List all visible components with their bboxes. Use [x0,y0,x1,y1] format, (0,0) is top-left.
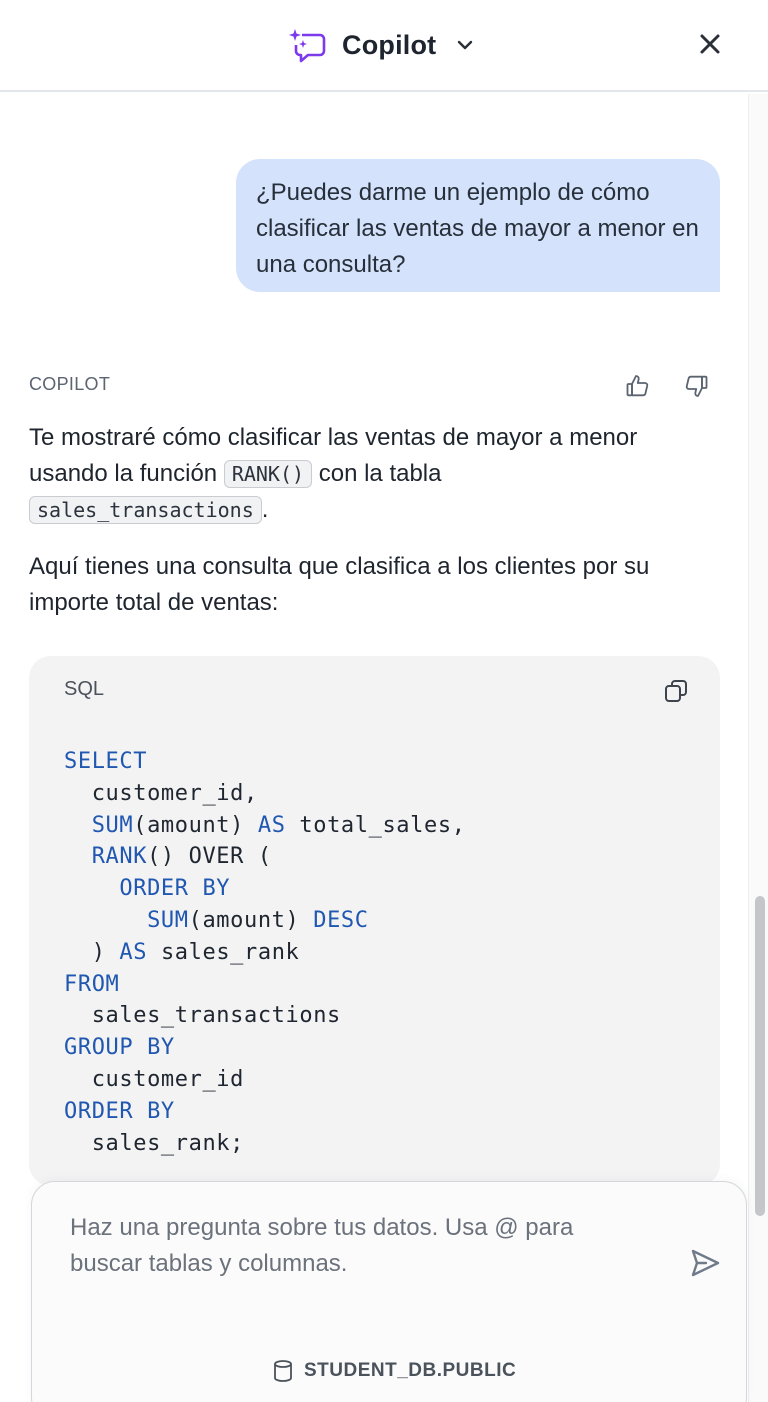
code-line: customer_id, [64,781,258,806]
code-token: (amount) [133,812,258,838]
code-line: SUM(amount) DESC [64,908,369,933]
code-keyword: DESC [313,907,369,933]
code-token: sales_rank [147,939,300,965]
intro-text-middle: con la tabla [312,460,442,487]
code-keyword: SELECT [64,749,148,774]
code-keyword: ORDER BY [64,1098,175,1124]
sql-code-block: SQL SELECT customer_id, SUM(amount) AS t… [29,656,720,1186]
user-message-bubble: ¿Puedes darme un ejemplo de cómo clasifi… [236,159,720,292]
copy-icon[interactable] [663,678,689,704]
inline-code-table: sales_transactions [29,496,262,524]
header-title: Copilot [342,29,437,60]
close-icon[interactable] [694,28,726,60]
inline-code-rank: RANK() [223,460,313,488]
code-keyword: SUM [64,907,189,933]
code-token: customer_id [64,1066,244,1092]
code-token: ) [64,939,120,965]
code-line: SUM(amount) AS total_sales, [64,813,466,838]
assistant-label: COPILOT [29,374,111,394]
send-icon[interactable] [688,1246,722,1280]
code-token: sales_rank; [64,1130,244,1156]
assistant-paragraph-intro: Te mostraré cómo clasificar las ventas d… [29,420,719,528]
database-icon [274,1360,292,1382]
code-token: (amount) [188,907,314,933]
code-token: () OVER ( [147,844,272,870]
code-token: total_sales, [285,812,466,838]
code-line: SELECT [64,749,147,774]
chevron-down-icon [458,40,473,50]
code-language-label: SQL [64,678,105,700]
code-line: RANK() OVER ( [64,844,272,869]
code-keyword: GROUP BY [64,1035,175,1061]
code-line: sales_rank; [64,1131,244,1156]
code-token: sales_transactions [64,1003,341,1029]
chat-input-box[interactable]: Haz una pregunta sobre tus datos. Usa @ … [31,1181,747,1402]
code-token: customer_id, [64,780,258,806]
intro-text-after: . [261,496,269,523]
code-keyword: SUM [64,812,134,838]
assistant-paragraph-query: Aquí tienes una consulta que clasifica a… [29,553,650,616]
code-line: customer_id [64,1067,244,1092]
database-name: STUDENT_DB.PUBLIC [304,1360,517,1381]
code-line: GROUP BY [64,1035,175,1060]
copilot-header: Copilot [0,0,768,92]
code-line: ORDER BY [64,876,230,901]
code-keyword: AS [119,939,148,965]
code-keyword: AS [257,812,286,838]
chat-input-placeholder[interactable]: Haz una pregunta sobre tus datos. Usa @ … [70,1210,650,1282]
database-selector[interactable]: STUDENT_DB.PUBLIC [272,1359,516,1383]
sql-code: SELECT customer_id, SUM(amount) AS total… [64,746,466,1159]
code-line: ) AS sales_rank [64,940,299,965]
copilot-title-dropdown[interactable]: Copilot [288,24,476,66]
code-line: ORDER BY [64,1099,175,1124]
thumbs-up-icon[interactable] [624,372,652,400]
code-keyword: FROM [64,971,120,997]
scrollbar-thumb[interactable] [755,896,765,1216]
code-line: sales_transactions [64,1003,341,1028]
code-line: FROM [64,972,119,997]
code-keyword: RANK [64,844,148,870]
copilot-chat-sparkle-icon [289,29,326,63]
code-keyword: ORDER BY [64,876,231,902]
thumbs-down-icon[interactable] [682,372,710,400]
